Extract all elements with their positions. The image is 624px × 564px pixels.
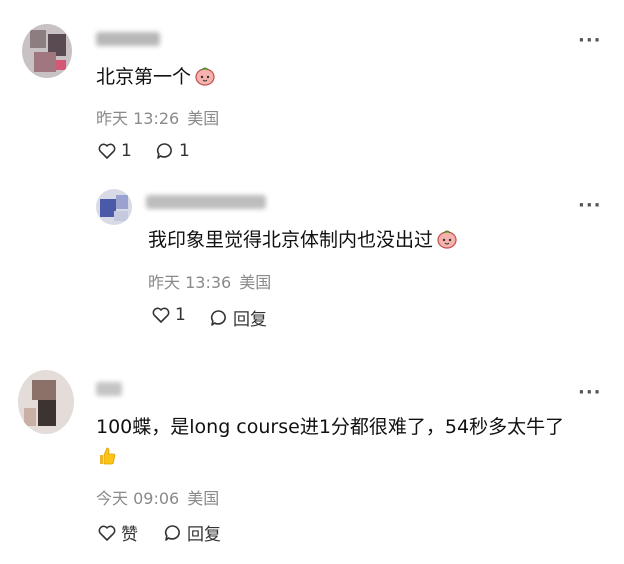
- more-options-icon[interactable]: ···: [578, 197, 602, 215]
- comment-text: 北京第一个: [96, 62, 216, 96]
- reply-label: 回复: [187, 525, 221, 545]
- comment-bubble-icon: [164, 524, 180, 541]
- comment-text: 我印象里觉得北京体制内也没出过: [148, 225, 458, 259]
- heart-icon: [98, 143, 116, 159]
- reply-label: 回复: [233, 310, 267, 330]
- like-count: 1: [121, 141, 132, 161]
- comment-meta: 昨天 13:36 美国: [148, 269, 271, 293]
- peach-face-icon: [436, 228, 458, 259]
- comment-1: ··· 北京第一个 昨天 13:26 美国 1 1: [0, 0, 624, 180]
- location: 美国: [187, 489, 220, 508]
- like-count: 1: [175, 305, 186, 325]
- location: 美国: [239, 273, 272, 292]
- comment-meta: 昨天 13:26 美国: [96, 105, 219, 129]
- heart-icon: [152, 307, 170, 323]
- username[interactable]: [146, 195, 266, 209]
- comment-bubble-icon: [156, 143, 172, 159]
- timestamp: 昨天 13:26: [96, 109, 180, 128]
- like-button[interactable]: 1: [97, 141, 132, 161]
- heart-icon: [98, 525, 116, 541]
- peach-face-icon: [194, 65, 216, 96]
- comment-3: ··· 100蝶，是long course进1分都很难了，54秒多太牛了 今天 …: [0, 360, 624, 564]
- more-options-icon[interactable]: ···: [578, 384, 602, 402]
- username[interactable]: [96, 382, 122, 396]
- timestamp: 昨天 13:36: [148, 273, 232, 292]
- thumbs-up-icon: [96, 445, 118, 476]
- reply-comment: ··· 我印象里觉得北京体制内也没出过 昨天 13:36 美国 1 回复: [0, 180, 624, 340]
- comment-meta: 今天 09:06 美国: [96, 485, 219, 509]
- reply-button[interactable]: 回复: [163, 520, 221, 545]
- comment-text-line2: [96, 442, 118, 476]
- reply-count: 1: [179, 141, 190, 161]
- reply-button[interactable]: 1: [155, 141, 190, 161]
- avatar[interactable]: [22, 24, 72, 78]
- location: 美国: [187, 109, 220, 128]
- like-label: 赞: [121, 525, 138, 545]
- comment-text: 100蝶，是long course进1分都很难了，54秒多太牛了: [96, 416, 565, 438]
- more-options-icon[interactable]: ···: [578, 32, 602, 50]
- comment-bubble-icon: [210, 309, 226, 326]
- timestamp: 今天 09:06: [96, 489, 180, 508]
- username[interactable]: [96, 32, 160, 46]
- avatar[interactable]: [96, 189, 132, 225]
- like-button[interactable]: 赞: [97, 520, 138, 545]
- reply-button[interactable]: 回复: [209, 305, 267, 330]
- like-button[interactable]: 1: [151, 305, 186, 325]
- avatar[interactable]: [18, 370, 74, 434]
